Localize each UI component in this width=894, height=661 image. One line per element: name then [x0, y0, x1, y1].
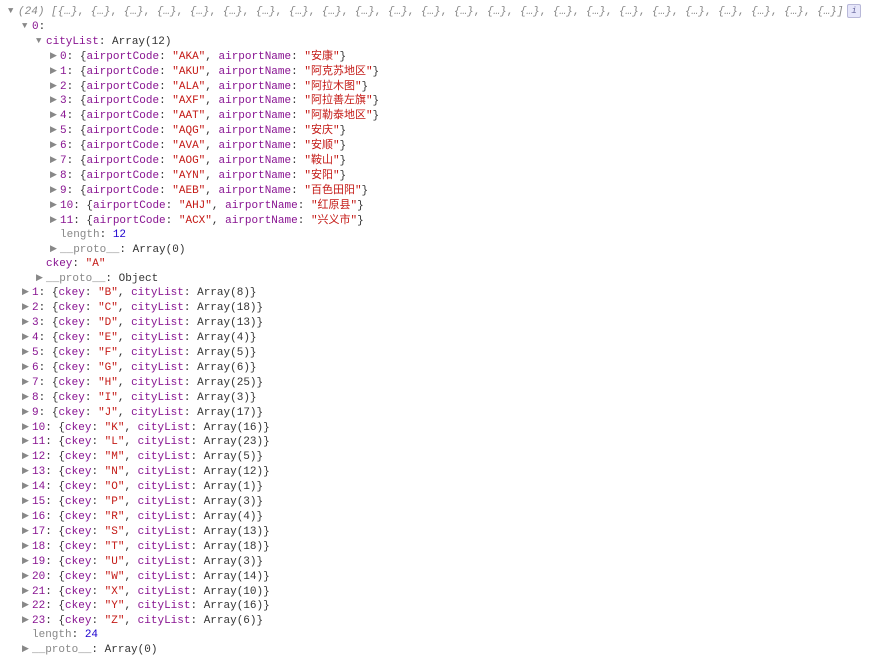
- array-count: 24: [25, 6, 38, 18]
- expand-arrow-icon[interactable]: [22, 642, 32, 656]
- expand-arrow-icon[interactable]: [22, 420, 32, 434]
- array-item-11[interactable]: 11: {ckey: "L", cityList: Array(23)}: [8, 434, 886, 449]
- array-item-14[interactable]: 14: {ckey: "O", cityList: Array(1)}: [8, 479, 886, 494]
- array-item-19[interactable]: 19: {ckey: "U", cityList: Array(3)}: [8, 554, 886, 569]
- array-item-16[interactable]: 16: {ckey: "R", cityList: Array(4)}: [8, 509, 886, 524]
- expand-arrow-icon[interactable]: [50, 138, 60, 152]
- expand-arrow-icon[interactable]: [22, 613, 32, 627]
- expand-arrow-icon[interactable]: [8, 4, 18, 18]
- expand-arrow-icon[interactable]: [22, 434, 32, 448]
- array-item-0[interactable]: 0:: [8, 19, 886, 34]
- expand-arrow-icon[interactable]: [22, 315, 32, 329]
- array-item-8[interactable]: 8: {ckey: "I", cityList: Array(3)}: [8, 390, 886, 405]
- item0-proto[interactable]: __proto__: Object: [8, 271, 886, 286]
- expand-arrow-icon[interactable]: [22, 390, 32, 404]
- array-item-18[interactable]: 18: {ckey: "T", cityList: Array(18)}: [8, 539, 886, 554]
- array-item-17[interactable]: 17: {ckey: "S", cityList: Array(13)}: [8, 524, 886, 539]
- array-item-10[interactable]: 10: {ckey: "K", cityList: Array(16)}: [8, 420, 886, 435]
- expand-arrow-icon[interactable]: [50, 198, 60, 212]
- city-item-9[interactable]: 9: {airportCode: "AEB", airportName: "百色…: [8, 183, 886, 198]
- info-badge-icon[interactable]: [847, 4, 861, 18]
- expand-arrow-icon[interactable]: [36, 34, 46, 48]
- expand-arrow-icon[interactable]: [50, 49, 60, 63]
- array-item-9[interactable]: 9: {ckey: "J", cityList: Array(17)}: [8, 405, 886, 420]
- array-item-3[interactable]: 3: {ckey: "D", cityList: Array(13)}: [8, 315, 886, 330]
- array-item-2[interactable]: 2: {ckey: "C", cityList: Array(18)}: [8, 300, 886, 315]
- expand-arrow-icon[interactable]: [22, 509, 32, 523]
- city-item-0[interactable]: 0: {airportCode: "AKA", airportName: "安康…: [8, 49, 886, 64]
- city-item-11[interactable]: 11: {airportCode: "ACX", airportName: "兴…: [8, 213, 886, 228]
- expand-arrow-icon[interactable]: [50, 108, 60, 122]
- expand-arrow-icon[interactable]: [50, 79, 60, 93]
- city-item-4[interactable]: 4: {airportCode: "AAT", airportName: "阿勒…: [8, 108, 886, 123]
- root-array[interactable]: (24) [{…}, {…}, {…}, {…}, {…}, {…}, {…},…: [8, 4, 886, 19]
- ckey-property: ckey: "A": [8, 257, 886, 271]
- expand-arrow-icon[interactable]: [50, 242, 60, 256]
- expand-arrow-icon[interactable]: [22, 584, 32, 598]
- city-item-3[interactable]: 3: {airportCode: "AXF", airportName: "阿拉…: [8, 93, 886, 108]
- expand-arrow-icon[interactable]: [22, 598, 32, 612]
- root-proto[interactable]: __proto__: Array(0): [8, 642, 886, 657]
- expand-arrow-icon[interactable]: [22, 524, 32, 538]
- expand-arrow-icon[interactable]: [22, 375, 32, 389]
- expand-arrow-icon[interactable]: [50, 168, 60, 182]
- expand-arrow-icon[interactable]: [22, 479, 32, 493]
- expand-arrow-icon[interactable]: [22, 464, 32, 478]
- expand-arrow-icon[interactable]: [22, 554, 32, 568]
- expand-arrow-icon[interactable]: [22, 19, 32, 33]
- array-item-15[interactable]: 15: {ckey: "P", cityList: Array(3)}: [8, 494, 886, 509]
- array-item-5[interactable]: 5: {ckey: "F", cityList: Array(5)}: [8, 345, 886, 360]
- expand-arrow-icon[interactable]: [22, 360, 32, 374]
- expand-arrow-icon[interactable]: [50, 93, 60, 107]
- expand-arrow-icon[interactable]: [50, 64, 60, 78]
- expand-arrow-icon[interactable]: [22, 569, 32, 583]
- citylist-proto[interactable]: __proto__: Array(0): [8, 242, 886, 257]
- array-item-20[interactable]: 20: {ckey: "W", cityList: Array(14)}: [8, 569, 886, 584]
- array-item-1[interactable]: 1: {ckey: "B", cityList: Array(8)}: [8, 285, 886, 300]
- array-item-13[interactable]: 13: {ckey: "N", cityList: Array(12)}: [8, 464, 886, 479]
- expand-arrow-icon[interactable]: [36, 271, 46, 285]
- citylist-property[interactable]: cityList: Array(12): [8, 34, 886, 49]
- expand-arrow-icon[interactable]: [50, 213, 60, 227]
- array-item-22[interactable]: 22: {ckey: "Y", cityList: Array(16)}: [8, 598, 886, 613]
- root-length: length: 24: [8, 628, 886, 642]
- expand-arrow-icon[interactable]: [22, 330, 32, 344]
- city-item-2[interactable]: 2: {airportCode: "ALA", airportName: "阿拉…: [8, 79, 886, 94]
- expand-arrow-icon[interactable]: [22, 345, 32, 359]
- expand-arrow-icon[interactable]: [22, 300, 32, 314]
- expand-arrow-icon[interactable]: [50, 183, 60, 197]
- city-item-5[interactable]: 5: {airportCode: "AQG", airportName: "安庆…: [8, 123, 886, 138]
- array-item-23[interactable]: 23: {ckey: "Z", cityList: Array(6)}: [8, 613, 886, 628]
- expand-arrow-icon[interactable]: [22, 405, 32, 419]
- expand-arrow-icon[interactable]: [50, 123, 60, 137]
- city-item-6[interactable]: 6: {airportCode: "AVA", airportName: "安顺…: [8, 138, 886, 153]
- citylist-length: length: 12: [8, 228, 886, 242]
- city-item-8[interactable]: 8: {airportCode: "AYN", airportName: "安阳…: [8, 168, 886, 183]
- expand-arrow-icon[interactable]: [50, 153, 60, 167]
- array-item-4[interactable]: 4: {ckey: "E", cityList: Array(4)}: [8, 330, 886, 345]
- array-item-7[interactable]: 7: {ckey: "H", cityList: Array(25)}: [8, 375, 886, 390]
- array-item-21[interactable]: 21: {ckey: "X", cityList: Array(10)}: [8, 584, 886, 599]
- array-item-6[interactable]: 6: {ckey: "G", cityList: Array(6)}: [8, 360, 886, 375]
- city-item-10[interactable]: 10: {airportCode: "AHJ", airportName: "红…: [8, 198, 886, 213]
- expand-arrow-icon[interactable]: [22, 285, 32, 299]
- city-item-7[interactable]: 7: {airportCode: "AOG", airportName: "鞍山…: [8, 153, 886, 168]
- city-item-1[interactable]: 1: {airportCode: "AKU", airportName: "阿克…: [8, 64, 886, 79]
- expand-arrow-icon[interactable]: [22, 449, 32, 463]
- expand-arrow-icon[interactable]: [22, 539, 32, 553]
- array-item-12[interactable]: 12: {ckey: "M", cityList: Array(5)}: [8, 449, 886, 464]
- expand-arrow-icon[interactable]: [22, 494, 32, 508]
